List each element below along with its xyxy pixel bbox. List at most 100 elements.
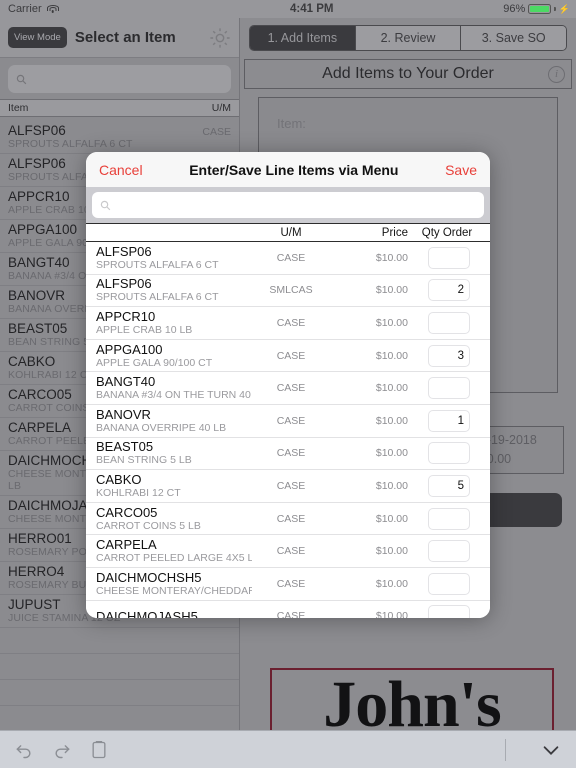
table-row[interactable]: CABKO KOHLRABI 12 CT CASE $10.00 5: [86, 470, 490, 503]
wizard-segmented-control[interactable]: 1. Add Items 2. Review 3. Save SO: [249, 25, 567, 51]
table-row[interactable]: CARPELA CARROT PEELED LARGE 4X5 LB CASE $10…: [86, 535, 490, 568]
battery-percent-label: 96%: [503, 3, 526, 15]
item-cell: BANOVR BANANA OVERRIPE 40 LB: [96, 407, 252, 435]
wizard-tab-2[interactable]: 2. Review: [355, 26, 462, 50]
item-cell: APPCR10 APPLE CRAB 10 LB: [96, 309, 252, 337]
item-code: BEAST05: [96, 439, 154, 455]
item-um: CASE: [276, 349, 306, 362]
master-item-code: JUPUST: [8, 597, 61, 612]
item-description: KOHLRABI 12 CT: [96, 486, 181, 499]
table-row[interactable]: BANOVR BANANA OVERRIPE 40 LB CASE $10.00 1: [86, 405, 490, 438]
item-code: ALFSP06: [96, 243, 152, 259]
item-description: APPLE GALA 90/100 CT: [96, 356, 213, 369]
qty-order-input[interactable]: [428, 572, 470, 595]
table-row[interactable]: BEAST05 BEAN STRING 5 LB CASE $10.00: [86, 438, 490, 471]
chevron-down-icon[interactable]: [540, 739, 562, 761]
carrier-label: Carrier: [8, 3, 42, 15]
table-row[interactable]: ALFSP06 SPROUTS ALFALFA 6 CT CASE $10.00: [86, 242, 490, 275]
table-row[interactable]: ALFSP06 SPROUTS ALFALFA 6 CT SMLCAS $10.00 2: [86, 275, 490, 308]
qty-order-input[interactable]: [428, 540, 470, 563]
item-description: BANANA #3/4 ON THE TURN 40 LB: [96, 389, 252, 402]
item-um: CASE: [276, 577, 306, 590]
wizard-tab-1[interactable]: 1. Add Items: [250, 26, 356, 50]
modal-item-list[interactable]: ALFSP06 SPROUTS ALFALFA 6 CT CASE $10.00 ALF…: [86, 242, 490, 618]
keyboard-bar-divider: [505, 738, 506, 761]
item-um: CASE: [276, 447, 306, 460]
cancel-button[interactable]: Cancel: [99, 162, 143, 178]
view-mode-button[interactable]: View Mode: [8, 27, 67, 48]
item-description: APPLE CRAB 10 LB: [96, 323, 193, 336]
undo-icon[interactable]: [14, 740, 34, 760]
qty-order-input[interactable]: [428, 311, 470, 334]
qty-cell: [408, 605, 490, 618]
qty-order-input[interactable]: [428, 442, 470, 465]
master-search-area: [0, 58, 239, 99]
info-icon[interactable]: i: [548, 65, 565, 83]
item-code: CARPELA: [96, 537, 157, 553]
item-price: $10.00: [375, 251, 408, 264]
item-price: $10.00: [375, 545, 408, 558]
gear-icon[interactable]: [209, 27, 231, 49]
qty-order-input[interactable]: 1: [428, 409, 470, 432]
item-code: BANGT40: [96, 374, 156, 390]
qty-order-input[interactable]: [428, 377, 470, 400]
item-code: BANOVR: [96, 406, 151, 422]
status-bar: Carrier 4:41 PM 96% ⚡: [0, 0, 576, 18]
item-cell: CABKO KOHLRABI 12 CT: [96, 472, 252, 500]
redo-icon[interactable]: [52, 740, 72, 760]
qty-order-input[interactable]: [428, 605, 470, 618]
modal-search-input[interactable]: [92, 192, 484, 218]
qty-order-input[interactable]: 5: [428, 474, 470, 497]
item-price: $10.00: [375, 349, 408, 362]
save-button[interactable]: Save: [445, 162, 477, 178]
master-item-code: CARPELA: [8, 420, 72, 435]
table-row[interactable]: APPCR10 APPLE CRAB 10 LB CASE $10.00: [86, 307, 490, 340]
qty-order-input[interactable]: [428, 507, 470, 530]
modal-column-header: U/M Price Qty Order: [86, 223, 490, 242]
item-cell: ALFSP06 SPROUTS ALFALFA 6 CT: [96, 244, 252, 272]
qty-cell: [408, 540, 490, 563]
table-row[interactable]: APPGA100 APPLE GALA 90/100 CT CASE $10.00 3: [86, 340, 490, 373]
modal-title: Enter/Save Line Items via Menu: [189, 161, 399, 178]
master-item-code: BANOVR: [8, 288, 66, 303]
qty-order-input[interactable]: 3: [428, 344, 470, 367]
master-item-code: HERRO4: [8, 564, 65, 579]
item-price: $10.00: [375, 382, 408, 395]
item-um: CASE: [276, 316, 306, 329]
master-list-empty-row: [0, 654, 239, 680]
item-code: DAICHMOCHSH5: [96, 569, 202, 585]
item-cell: DAICHMOJASH5: [96, 609, 252, 618]
wizard-tab-3[interactable]: 3. Save SO: [461, 26, 566, 50]
detail-title-bar: Add Items to Your Order i: [244, 59, 572, 89]
item-description: BANANA OVERRIPE 40 LB: [96, 421, 227, 434]
item-description: BEAN STRING 5 LB: [96, 454, 192, 467]
column-um: U/M: [280, 226, 302, 239]
master-navbar: View Mode Select an Item: [0, 18, 239, 58]
master-search-input[interactable]: [8, 65, 231, 93]
item-price: $10.00: [375, 512, 408, 525]
item-price: $10.00: [375, 479, 408, 492]
master-list-header: Item U/M: [0, 99, 239, 117]
qty-order-input[interactable]: [428, 246, 470, 269]
master-list-item[interactable]: ALFSP06 CASE SPROUTS ALFALFA 6 CT: [0, 121, 239, 154]
item-cell: ALFSP06 SPROUTS ALFALFA 6 CT: [96, 276, 252, 304]
line-items-modal: Cancel Enter/Save Line Items via Menu Sa…: [86, 152, 490, 618]
master-item-desc: SPROUTS ALFALFA 6 CT: [8, 138, 133, 150]
table-row[interactable]: DAICHMOCHSH5CHEESE MONTERAY/CHEDDAR SHRE…: [86, 568, 490, 601]
item-um: CASE: [276, 512, 306, 525]
master-col-item: Item: [8, 102, 29, 114]
qty-cell: 3: [408, 344, 490, 367]
master-title: Select an Item: [74, 29, 176, 46]
master-list-empty-row: [0, 680, 239, 706]
master-item-code: CABKO: [8, 354, 56, 369]
page-title: Add Items to Your Order: [322, 65, 494, 82]
item-code: CARCO05: [96, 504, 158, 520]
paste-icon[interactable]: [90, 740, 108, 760]
clock-label: 4:41 PM: [290, 3, 334, 15]
table-row[interactable]: CARCO05 CARROT COINS 5 LB CASE $10.00: [86, 503, 490, 536]
table-row[interactable]: BANGT40 BANANA #3/4 ON THE TURN 40 LB CASE…: [86, 372, 490, 405]
column-price: Price: [381, 226, 408, 239]
table-row[interactable]: DAICHMOJASH5 CASE $10.00: [86, 601, 490, 618]
qty-order-input[interactable]: 2: [428, 279, 470, 302]
master-item-code: BEAST05: [8, 321, 68, 336]
